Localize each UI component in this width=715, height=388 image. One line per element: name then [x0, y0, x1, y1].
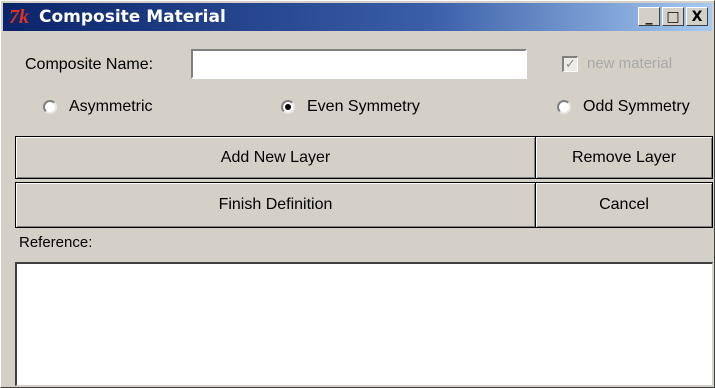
radio-odd-symmetry[interactable]: Odd Symmetry: [557, 98, 690, 116]
maximize-icon: □: [666, 8, 680, 25]
close-button[interactable]: X: [686, 7, 708, 26]
new-material-label: new material: [587, 55, 673, 72]
window-title: Composite Material: [39, 7, 226, 27]
radio-asymmetric[interactable]: Asymmetric: [43, 98, 153, 116]
window-controls: _ □ X: [638, 7, 708, 26]
add-new-layer-button[interactable]: Add New Layer: [15, 136, 536, 179]
composite-name-input[interactable]: [191, 49, 527, 79]
maximize-button[interactable]: □: [662, 7, 684, 26]
reference-label: Reference:: [19, 234, 93, 251]
radio-odd-symmetry-indicator[interactable]: [557, 100, 571, 114]
new-material-checkbox[interactable]: ✓: [562, 55, 578, 72]
close-icon: X: [691, 8, 703, 25]
radio-selected-dot: [285, 104, 291, 110]
radio-asymmetric-indicator[interactable]: [43, 100, 57, 114]
composite-name-label: Composite Name:: [25, 56, 154, 73]
checkmark-icon: ✓: [565, 56, 576, 71]
radio-even-symmetry-indicator[interactable]: [281, 100, 295, 114]
new-material-checkbox-group[interactable]: ✓ new material: [562, 55, 672, 72]
minimize-icon: _: [645, 8, 653, 25]
radio-asymmetric-label: Asymmetric: [69, 98, 153, 115]
minimize-button[interactable]: _: [638, 7, 660, 26]
remove-layer-button[interactable]: Remove Layer: [535, 136, 713, 179]
radio-even-symmetry-label: Even Symmetry: [307, 98, 420, 115]
cancel-button[interactable]: Cancel: [535, 182, 713, 228]
reference-textarea[interactable]: [15, 262, 713, 386]
radio-even-symmetry[interactable]: Even Symmetry: [281, 98, 420, 116]
tk-icon: 7k: [9, 6, 29, 28]
finish-definition-button[interactable]: Finish Definition: [15, 182, 536, 228]
title-bar[interactable]: 7k Composite Material _ □ X: [3, 3, 712, 31]
composite-material-window: 7k Composite Material _ □ X Composite Na…: [0, 0, 715, 388]
radio-odd-symmetry-label: Odd Symmetry: [583, 98, 690, 115]
